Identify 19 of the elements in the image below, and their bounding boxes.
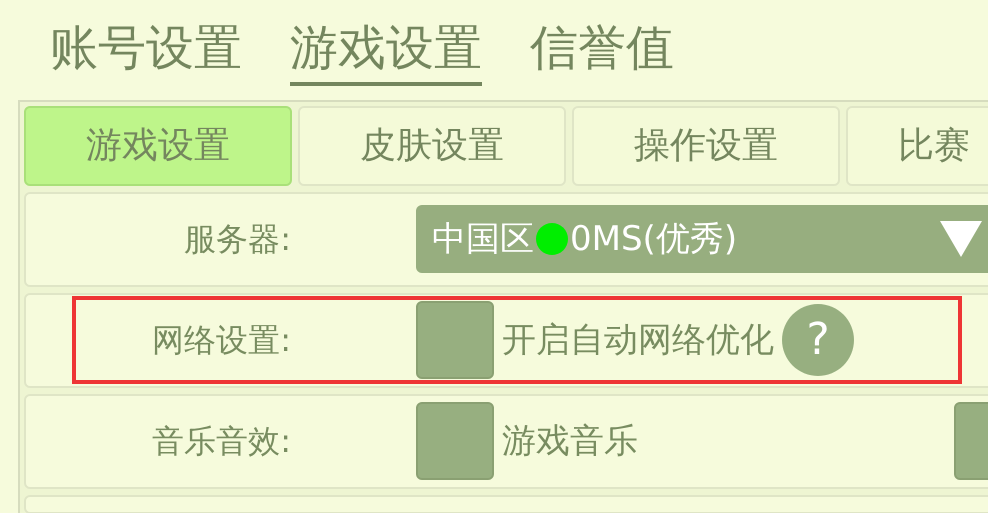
top-tab[interactable]: 游戏设置 [290, 14, 482, 86]
sub-tab[interactable]: 游戏设置 [24, 106, 292, 186]
region-text: 中国区 [432, 218, 534, 261]
row-label: 音乐音效: [151, 421, 291, 462]
option-label: 开启自动网络优化 [502, 318, 774, 362]
sub-tab[interactable]: 操作设置 [572, 106, 840, 186]
row-label: 网络设置: [151, 320, 291, 362]
sub-tab[interactable]: 比赛 [846, 106, 988, 186]
help-button[interactable]: ? [782, 304, 854, 376]
top-tab[interactable]: 信誉值 [530, 14, 674, 86]
checkbox[interactable] [416, 402, 494, 480]
row-label: 服务器: [183, 219, 291, 260]
option-label: 游戏音乐 [502, 420, 638, 463]
server-dropdown[interactable]: 中国区 0MS(优秀) [416, 205, 988, 274]
latency-text: 0MS(优秀) [570, 218, 738, 261]
caret-icon [940, 221, 982, 258]
checkbox[interactable] [416, 301, 494, 380]
top-tab[interactable]: 账号设置 [50, 14, 242, 86]
sub-tab[interactable]: 皮肤设置 [298, 106, 566, 186]
